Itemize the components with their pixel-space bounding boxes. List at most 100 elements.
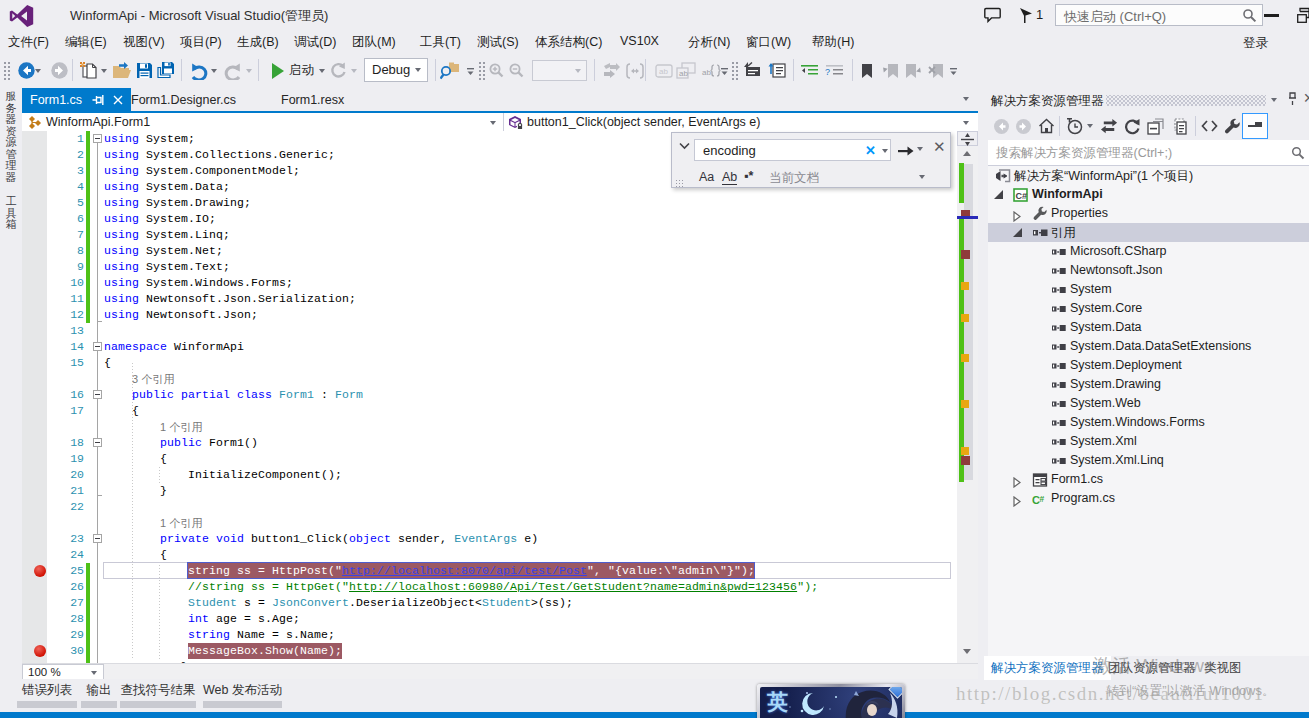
redo-button[interactable] bbox=[224, 53, 243, 88]
code-line[interactable]: { bbox=[104, 403, 957, 419]
find-close-button[interactable]: ✕ bbox=[933, 138, 946, 156]
bottom-tab-1[interactable]: 输出 bbox=[81, 682, 117, 699]
code-text[interactable]: using System;using System.Collections.Ge… bbox=[104, 131, 957, 663]
code-line[interactable]: using Newtonsoft.Json; bbox=[104, 307, 957, 323]
tree-item-microsoft.csharp[interactable]: Microsoft.CSharp bbox=[988, 242, 1309, 261]
properties-wrench-button[interactable] bbox=[1224, 112, 1241, 140]
chevron-expanded-icon[interactable] bbox=[1013, 228, 1022, 237]
panel-drag-texture[interactable] bbox=[1106, 95, 1266, 106]
tree-item-winformapi[interactable]: C#WinformApi bbox=[988, 185, 1309, 204]
previous-bookmark-button[interactable] bbox=[881, 53, 899, 88]
refresh-dropdown[interactable] bbox=[351, 53, 357, 88]
new-file-button[interactable] bbox=[80, 53, 98, 88]
comment-button[interactable] bbox=[743, 53, 762, 88]
navigate-to-button[interactable] bbox=[602, 53, 620, 88]
code-line[interactable] bbox=[104, 499, 957, 515]
chevron-down-icon[interactable] bbox=[319, 69, 325, 73]
sign-in-link[interactable]: 登录 bbox=[1243, 35, 1268, 52]
chevron-down-icon[interactable] bbox=[246, 69, 252, 73]
breakpoint-dot[interactable] bbox=[34, 645, 46, 657]
pending-changes-filter-dropdown[interactable] bbox=[1087, 112, 1093, 140]
find-in-files-button[interactable] bbox=[440, 53, 460, 88]
minimize-button[interactable] bbox=[1264, 14, 1279, 17]
navbar-member-dropdown[interactable] bbox=[963, 121, 969, 125]
find-scope-dropdown[interactable] bbox=[919, 175, 925, 179]
code-line[interactable]: MessageBox.Show(Name); bbox=[104, 643, 957, 659]
zoom-level-combobox[interactable] bbox=[532, 60, 587, 81]
code-line[interactable]: //string ss = HttpGet("http://localhost:… bbox=[104, 579, 957, 595]
menu-h[interactable]: 帮助(H) bbox=[812, 34, 854, 51]
navigate-backward-dropdown[interactable] bbox=[35, 53, 41, 88]
toolbar-overflow-button[interactable] bbox=[949, 53, 959, 88]
menu-vsx[interactable]: VS10X bbox=[620, 34, 659, 48]
code-line[interactable]: 1 个引用 bbox=[104, 515, 957, 531]
chevron-down-icon[interactable] bbox=[35, 69, 41, 73]
menu-b[interactable]: 生成(B) bbox=[237, 34, 279, 51]
bookmark-toggle-button[interactable] bbox=[860, 53, 874, 88]
tab-form1-designer-cs[interactable]: Form1.Designer.cs bbox=[131, 88, 236, 111]
menu-s[interactable]: 测试(S) bbox=[477, 34, 519, 51]
code-line[interactable]: using System.Drawing; bbox=[104, 195, 957, 211]
code-snippet-button[interactable]: ab bbox=[701, 53, 721, 88]
code-line[interactable]: InitializeComponent(); bbox=[104, 467, 957, 483]
tree-item-system[interactable]: System bbox=[988, 280, 1309, 299]
zoom-out-button[interactable] bbox=[508, 53, 525, 88]
find-resize-grip[interactable] bbox=[675, 179, 683, 187]
code-line[interactable] bbox=[104, 323, 957, 339]
tab-list-dropdown[interactable] bbox=[963, 97, 969, 101]
navbar-type-dropdown[interactable] bbox=[490, 121, 496, 125]
pending-changes-filter-button[interactable] bbox=[1066, 112, 1084, 140]
toolbar-grip[interactable] bbox=[478, 61, 486, 80]
code-line[interactable]: Student s = JsonConvert.DeserializeObjec… bbox=[104, 595, 957, 611]
server-explorer-vertical-tab[interactable]: 服 务 器 资 源 管 理 器 bbox=[4, 91, 18, 183]
navbar-member-combobox[interactable]: button1_Click(object sender, EventArgs e… bbox=[527, 115, 760, 129]
toolbar-overflow-button[interactable] bbox=[466, 53, 476, 88]
preview-selected-items-toggle[interactable] bbox=[1242, 113, 1268, 139]
chevron-down-icon[interactable] bbox=[351, 69, 357, 73]
home-button[interactable] bbox=[1038, 112, 1055, 140]
navbar-type-combobox[interactable]: WinformApi.Form1 bbox=[46, 115, 150, 129]
code-line[interactable]: string Name = s.Name; bbox=[104, 627, 957, 643]
code-line[interactable]: private void button1_Click(object sender… bbox=[104, 531, 957, 547]
panel-splitter[interactable] bbox=[978, 88, 988, 718]
save-button[interactable] bbox=[136, 53, 153, 88]
quick-launch-search-input[interactable]: 快速启动 (Ctrl+Q) bbox=[1055, 4, 1263, 26]
find-scope-combobox[interactable]: 当前文档 bbox=[769, 170, 819, 187]
refresh-button[interactable] bbox=[330, 53, 347, 88]
toolbar-grip[interactable] bbox=[731, 61, 739, 80]
code-line[interactable]: using System.IO; bbox=[104, 211, 957, 227]
close-icon[interactable]: ✕ bbox=[1303, 90, 1309, 106]
chevron-down-icon[interactable] bbox=[211, 69, 217, 73]
menu-c[interactable]: 体系结构(C) bbox=[535, 34, 602, 51]
word-wrap-button[interactable]: ab bbox=[655, 53, 673, 88]
code-line[interactable]: using System.Text; bbox=[104, 259, 957, 275]
code-line[interactable]: { bbox=[104, 355, 957, 371]
toolbox-vertical-tab[interactable]: 工 具 箱 bbox=[4, 196, 18, 231]
code-line[interactable]: public Form1() bbox=[104, 435, 957, 451]
chevron-down-icon[interactable] bbox=[575, 69, 581, 73]
decrease-indent-button[interactable] bbox=[800, 53, 819, 88]
tab-form1-resx[interactable]: Form1.resx bbox=[281, 88, 344, 111]
tree-item-program.cs[interactable]: C#Program.cs bbox=[988, 489, 1309, 508]
chevron-expanded-icon[interactable] bbox=[994, 190, 1003, 199]
code-line[interactable]: { bbox=[104, 547, 957, 563]
chevron-collapsed-icon[interactable] bbox=[1013, 208, 1020, 217]
collapse-all-button[interactable] bbox=[1147, 112, 1165, 140]
tree-item-system.core[interactable]: System.Core bbox=[988, 299, 1309, 318]
tree-item-system.xml[interactable]: System.Xml bbox=[988, 432, 1309, 451]
find-next-button[interactable] bbox=[898, 146, 914, 156]
code-line[interactable]: 1 个引用 bbox=[104, 419, 957, 435]
code-line[interactable]: { bbox=[104, 451, 957, 467]
fold-collapse-box[interactable] bbox=[93, 134, 102, 143]
tree-item--[interactable]: 引用 bbox=[988, 223, 1309, 242]
tool-window-tab-0[interactable]: 解决方案资源管理器 bbox=[984, 656, 1111, 680]
menu-t[interactable]: 工具(T) bbox=[420, 34, 461, 51]
navigate-forward-button[interactable] bbox=[50, 53, 69, 88]
menu-e[interactable]: 编辑(E) bbox=[65, 34, 107, 51]
undo-dropdown[interactable] bbox=[211, 53, 217, 88]
notifications-flag-icon[interactable] bbox=[1019, 8, 1033, 23]
code-line[interactable]: public partial class Form1 : Form bbox=[104, 387, 957, 403]
zoom-in-button[interactable] bbox=[488, 53, 505, 88]
match-case-toggle[interactable]: Aa bbox=[699, 170, 714, 184]
search-icon[interactable] bbox=[1291, 146, 1305, 160]
